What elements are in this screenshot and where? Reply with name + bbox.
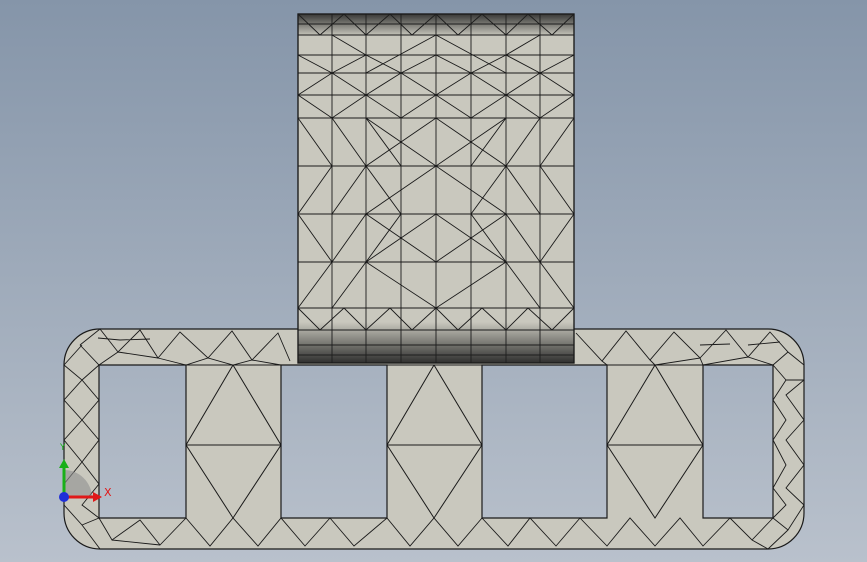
y-axis-label: Y (60, 443, 66, 453)
z-axis-indicator (59, 492, 69, 502)
bottom-edge-shade (298, 322, 574, 363)
graphics-viewport[interactable]: X Y (0, 0, 867, 562)
top-edge-shade (298, 14, 574, 36)
x-axis-label: X (104, 486, 112, 499)
mesh-model-view[interactable] (0, 0, 867, 562)
